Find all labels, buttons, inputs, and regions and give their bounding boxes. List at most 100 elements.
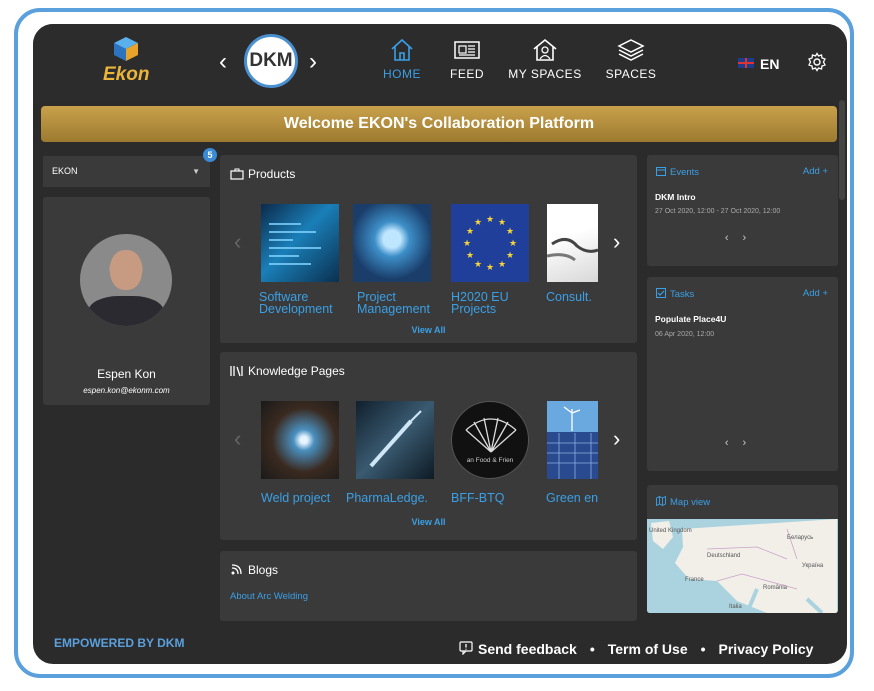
footer-separator: • (700, 641, 706, 657)
my-spaces-icon (533, 38, 557, 61)
green-energy-thumbnail[interactable] (547, 401, 598, 479)
profile-name: Espen Kon (97, 367, 156, 381)
checkbox-icon (656, 288, 666, 298)
welcome-banner: Welcome EKON's Collaboration Platform (41, 106, 837, 142)
map-icon (656, 495, 666, 507)
nav-my-spaces-label: MY SPACES (508, 67, 582, 81)
caret-down-icon: ▼ (192, 167, 200, 176)
logo-text: Ekon (103, 64, 150, 85)
footer-links: Send feedback • Term of Use • Privacy Policy (459, 641, 813, 657)
tasks-add-button[interactable]: Add + (803, 288, 828, 299)
uk-flag-icon (738, 58, 754, 68)
nav-feed-label: FEED (449, 67, 484, 81)
bff-btq-thumbnail[interactable]: an Food & Frien (451, 401, 529, 479)
books-icon (230, 366, 243, 377)
app-screen: Ekon ‹ DKM › HOME FEED MY SPACES SPACES … (33, 24, 847, 664)
calendar-icon (656, 167, 666, 176)
svg-text:★: ★ (486, 263, 494, 273)
task-item-title[interactable]: Populate Place4U (655, 314, 726, 324)
syringe-image (369, 410, 422, 468)
products-next-arrow[interactable]: › (613, 231, 620, 253)
fan-logo-icon (465, 417, 517, 453)
dkm-logo[interactable]: DKM (244, 34, 298, 88)
blog-link-arc-welding[interactable]: About Arc Welding (230, 591, 308, 602)
map-label-romania: România (763, 585, 788, 591)
knowledge-label-weld[interactable]: Weld project (261, 492, 330, 505)
knowledge-label-pharma[interactable]: PharmaLedge. (346, 492, 428, 505)
nav-home-label: HOME (383, 67, 421, 81)
briefcase-icon (230, 168, 244, 180)
products-view-all-link[interactable]: View All (220, 325, 637, 335)
product-label-consult[interactable]: Consult. (546, 291, 592, 304)
pharmaledge-thumbnail[interactable] (356, 401, 434, 479)
notification-badge: 5 (203, 148, 217, 162)
space-select[interactable]: EKON ▼ (43, 156, 210, 187)
events-title: Events (656, 166, 699, 178)
layers-icon (617, 39, 645, 61)
bff-logo-text: an Food & Frien (466, 457, 514, 464)
software-development-thumbnail[interactable] (261, 204, 339, 282)
nav-spaces[interactable]: SPACES (591, 38, 671, 81)
blogs-panel: Blogs About Arc Welding (220, 551, 637, 621)
weld-project-thumbnail[interactable] (261, 401, 339, 479)
knowledge-title: Knowledge Pages (230, 364, 345, 378)
product-label-software[interactable]: Software Development (259, 291, 333, 316)
map-label-belarus: Беларусь (787, 535, 814, 541)
powered-by-link[interactable]: EMPOWERED BY DKM (54, 636, 184, 650)
task-item-date: 06 Apr 2020, 12:00 (655, 331, 715, 338)
knowledge-next-arrow[interactable]: › (613, 428, 620, 450)
privacy-link[interactable]: Privacy Policy (719, 641, 814, 657)
knowledge-label-green[interactable]: Green en (546, 492, 598, 505)
svg-text:★: ★ (509, 239, 517, 249)
language-label: EN (760, 56, 780, 72)
svg-text:★: ★ (463, 239, 471, 249)
svg-text:★: ★ (506, 251, 514, 261)
next-space-arrow[interactable]: › (309, 50, 317, 74)
code-screen-image (269, 223, 321, 265)
europe-map[interactable]: United Kingdom Беларусь Deutschland Fran… (647, 519, 838, 613)
solar-panels-image (547, 406, 598, 479)
home-icon (391, 38, 413, 61)
svg-text:★: ★ (486, 215, 494, 225)
tasks-pager[interactable]: ‹› (647, 437, 838, 449)
product-label-project[interactable]: Project Management (357, 291, 430, 316)
terms-link[interactable]: Term of Use (608, 641, 688, 657)
product-label-h2020[interactable]: H2020 EU Projects (451, 291, 509, 316)
feedback-icon[interactable] (459, 641, 473, 656)
consult-thumbnail[interactable] (546, 204, 599, 282)
svg-text:★: ★ (474, 218, 482, 228)
svg-text:★: ★ (506, 227, 514, 237)
scrollbar[interactable] (839, 100, 845, 200)
map-label-uk: United Kingdom (649, 528, 692, 534)
event-item-title[interactable]: DKM Intro (655, 192, 696, 202)
h2020-eu-thumbnail[interactable]: ★ ★ ★ ★ ★ ★ ★ ★ ★ ★ ★ ★ (451, 204, 529, 282)
footer-separator: • (589, 641, 595, 657)
products-panel: Products ‹ › ★ ★ ★ ★ ★ ★ ★ ★ ★ ★ ★ ★ Software Develo… (220, 155, 637, 343)
svg-text:★: ★ (498, 260, 506, 270)
language-selector[interactable]: EN (738, 56, 779, 72)
send-feedback-link[interactable]: Send feedback (478, 641, 577, 657)
avatar[interactable] (80, 234, 172, 326)
svg-text:★: ★ (498, 218, 506, 228)
events-panel: Events Add + DKM Intro 27 Oct 2020, 12:0… (647, 155, 838, 266)
project-management-thumbnail[interactable] (353, 204, 431, 282)
newspaper-icon (454, 41, 480, 59)
nav-my-spaces[interactable]: MY SPACES (505, 38, 585, 81)
knowledge-prev-arrow[interactable]: ‹ (234, 428, 241, 450)
events-pager[interactable]: ‹› (647, 232, 838, 244)
knowledge-label-bff[interactable]: BFF-BTQ (451, 492, 504, 505)
prev-space-arrow[interactable]: ‹ (219, 50, 227, 74)
top-bar: Ekon ‹ DKM › HOME FEED MY SPACES SPACES … (33, 24, 847, 102)
rss-icon (231, 564, 242, 575)
knowledge-view-all-link[interactable]: View All (220, 517, 637, 527)
nav-feed[interactable]: FEED (427, 38, 507, 81)
events-add-button[interactable]: Add + (803, 166, 828, 177)
svg-text:★: ★ (466, 251, 474, 261)
knowledge-pages-panel: Knowledge Pages ‹ › an Food & Frien Weld… (220, 352, 637, 540)
products-title: Products (230, 167, 295, 181)
map-label-germany: Deutschland (707, 553, 741, 559)
gear-icon[interactable] (807, 52, 827, 72)
ekon-logo[interactable]: Ekon (103, 34, 153, 90)
products-prev-arrow[interactable]: ‹ (234, 231, 241, 253)
svg-text:★: ★ (466, 227, 474, 237)
